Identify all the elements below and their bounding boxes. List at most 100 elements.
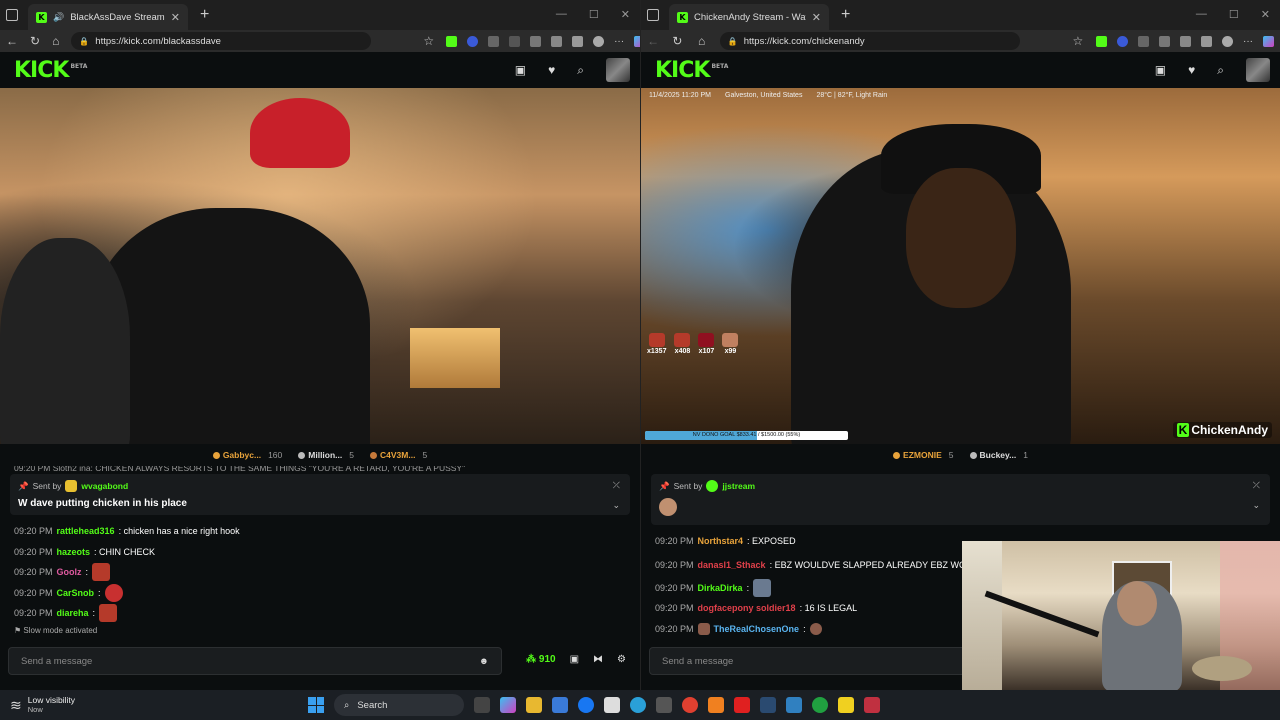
gifter-item[interactable]: Million... 5 [298,450,354,460]
gift-icon[interactable]: ▣ [1155,63,1166,77]
video-player[interactable]: 11/4/2025 11:20 PM Galveston, United Sta… [641,88,1280,444]
search-icon[interactable]: ⌕ [1217,63,1224,78]
refresh-icon[interactable]: ↻ [671,34,683,48]
chat-username[interactable]: CarSnob [57,588,95,598]
chat-username[interactable]: Northstar4 [698,536,744,546]
copilot-icon[interactable] [500,697,516,713]
start-windows-icon[interactable] [308,697,324,713]
new-tab-button[interactable]: + [200,6,209,24]
favorite-star-icon[interactable]: ☆ [423,34,434,48]
youtube-icon[interactable] [734,697,750,713]
home-icon[interactable]: ⌂ [52,34,59,48]
refresh-icon[interactable]: ↻ [30,34,40,48]
minimize-icon[interactable]: — [1196,8,1207,21]
maximize-icon[interactable]: ☐ [589,8,599,21]
gifter-item[interactable]: C4V3M... 5 [370,450,427,460]
vlc-icon[interactable] [708,697,724,713]
extension-icon[interactable] [509,35,521,47]
unpin-icon[interactable]: ⤫ [613,480,620,491]
weather-widget[interactable]: ≋ Low visibility Now [0,695,280,715]
app-icon[interactable] [864,697,880,713]
chat-username[interactable]: diareha [57,608,89,618]
chat-username[interactable]: dogfacepony soldier18 [698,603,796,613]
gifter-item[interactable]: Gabbyc... 160 [212,450,282,460]
emoji-icon[interactable]: ☻ [479,656,489,667]
extension-icon[interactable] [488,35,500,47]
minimize-icon[interactable]: — [556,8,567,21]
shield-icon[interactable] [1201,35,1212,47]
search-icon[interactable]: ⌕ [577,63,584,78]
calculator-icon[interactable] [656,697,672,713]
chat-username[interactable]: danasl1_Sthack [698,560,766,570]
gifter-item[interactable]: Buckey... 1 [969,450,1028,460]
channel-points[interactable]: ⁂ 910 [526,654,555,665]
taskbar-search[interactable]: ⌕ Search [334,694,464,716]
speaker-icon[interactable]: 🔊 [53,12,64,23]
more-menu-icon[interactable]: ··· [1243,36,1253,47]
browser-tab[interactable]: K ChickenAndy Stream - Watch ✕ [669,4,829,30]
chevron-down-icon[interactable]: ⌄ [612,500,620,511]
maximize-icon[interactable]: ☐ [1229,8,1239,21]
url-field[interactable]: 🔒 https://kick.com/chickenandy [719,32,1020,50]
back-icon[interactable]: ← [647,34,659,48]
close-window-icon[interactable]: ✕ [1261,8,1270,21]
profile-avatar-icon[interactable] [593,35,605,47]
favorite-star-icon[interactable]: ☆ [1072,34,1084,48]
shield-icon[interactable] [572,35,584,47]
pinned-user[interactable]: jjstream [722,481,755,491]
copilot-icon[interactable] [1263,35,1274,47]
xbox-icon[interactable] [812,697,828,713]
settings-gear-icon[interactable]: ⚙ [617,654,626,665]
bookmark-icon[interactable]: ⧓ [593,654,603,665]
facebook-icon[interactable] [578,697,594,713]
sticky-notes-icon[interactable] [838,697,854,713]
task-view-icon[interactable] [474,697,490,713]
chat-input[interactable]: Send a message [649,647,969,675]
chrome-icon[interactable] [682,697,698,713]
close-tab-icon[interactable]: ✕ [171,11,180,24]
home-icon[interactable]: ⌂ [696,34,708,48]
extension-icon[interactable] [1138,35,1149,47]
chat-username[interactable]: Goolz [57,567,82,577]
extensions-puzzle-icon[interactable] [530,35,542,47]
chat-username[interactable]: DirkaDirka [698,583,743,593]
user-avatar[interactable] [606,58,630,82]
heart-icon[interactable]: ♥ [548,63,555,77]
profile-avatar-icon[interactable] [1222,35,1233,47]
close-tab-icon[interactable]: ✕ [812,11,821,24]
more-menu-icon[interactable]: ··· [614,36,624,47]
favorites-icon[interactable] [1180,35,1191,47]
chat-username[interactable]: rattlehead316 [57,526,115,536]
favorites-icon[interactable] [551,35,563,47]
window-menu-icon[interactable] [6,9,18,21]
amazon-icon[interactable] [604,697,620,713]
extension-icon[interactable] [467,35,479,47]
gifter-item[interactable]: EZMONIE 5 [893,450,954,460]
extension-icon[interactable] [1117,35,1128,47]
browser-tab[interactable]: K 🔊 BlackAssDave Stream - Watch ✕ [28,4,188,30]
kick-logo[interactable]: KICK BETA [655,58,728,83]
chat-username[interactable]: TheRealChosenOne [714,624,800,634]
gift-icon[interactable]: ▣ [570,654,579,665]
close-window-icon[interactable]: ✕ [621,8,630,21]
kick-extension-icon[interactable] [1096,35,1107,47]
unpin-icon[interactable]: ⤫ [1253,480,1260,491]
new-tab-button[interactable]: + [841,6,850,24]
store-icon[interactable] [552,697,568,713]
video-player[interactable] [0,88,640,444]
file-explorer-icon[interactable] [526,697,542,713]
chevron-down-icon[interactable]: ⌄ [1252,500,1260,511]
back-icon[interactable]: ← [6,34,18,48]
chat-username[interactable]: hazeots [57,547,91,557]
edge-icon[interactable] [630,697,646,713]
kick-logo[interactable]: KICK BETA [14,58,87,83]
url-field[interactable]: 🔒 https://kick.com/blackassdave [71,32,372,50]
window-menu-icon[interactable] [647,9,659,21]
user-avatar[interactable] [1246,58,1270,82]
kick-extension-icon[interactable] [446,35,458,47]
gift-icon[interactable]: ▣ [515,63,526,77]
chat-input[interactable]: Send a message ☻ [8,647,502,675]
pinned-user[interactable]: wvagabond [81,481,128,491]
extensions-puzzle-icon[interactable] [1159,35,1170,47]
steam-icon[interactable] [760,697,776,713]
